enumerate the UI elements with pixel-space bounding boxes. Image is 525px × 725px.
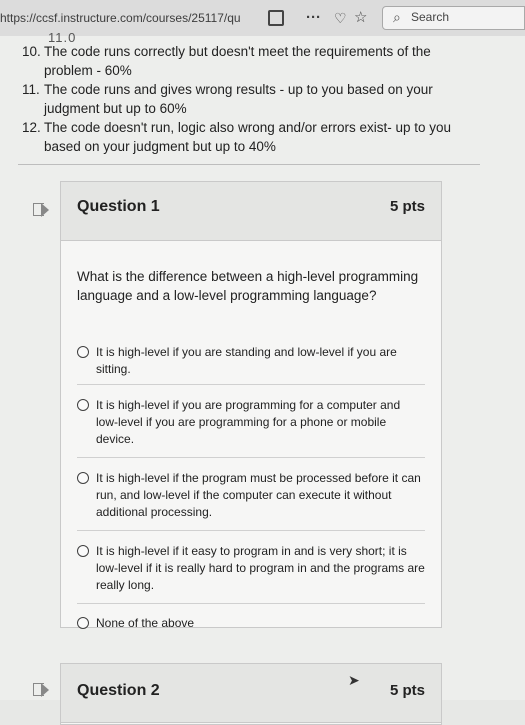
radio-button[interactable]	[77, 617, 89, 629]
answer-label: It is high-level if it easy to program i…	[96, 544, 425, 592]
rubric-number: 10.	[22, 44, 41, 59]
grading-rubric-list: 10. The code runs correctly but doesn't …	[22, 42, 477, 156]
question-header: Question 1 5 pts	[61, 182, 441, 241]
rubric-text: The code runs correctly but doesn't meet…	[44, 44, 431, 78]
browser-toolbar: https://ccsf.instructure.com/courses/251…	[0, 0, 525, 37]
answer-divider	[77, 530, 425, 531]
rubric-number: 11.	[22, 82, 40, 97]
radio-button[interactable]	[77, 346, 89, 358]
rubric-item: 10. The code runs correctly but doesn't …	[22, 42, 477, 80]
reader-view-icon[interactable]	[268, 10, 284, 26]
browser-search-input[interactable]: ⌕ Search	[382, 6, 525, 30]
rubric-number: 12.	[22, 120, 41, 135]
rubric-item: 11. The code runs and gives wrong result…	[22, 80, 477, 118]
pocket-icon[interactable]: ♡	[334, 7, 347, 29]
question-points: 5 pts	[389, 198, 425, 215]
bookmark-star-icon[interactable]: ☆	[354, 7, 367, 29]
answer-option[interactable]: None of the above	[77, 615, 425, 632]
answer-option[interactable]: It is high-level if the program must be …	[77, 470, 425, 521]
question-card: Question 1 5 pts What is the difference …	[60, 181, 442, 630]
question-points: 5 pts	[389, 682, 425, 699]
address-bar[interactable]: https://ccsf.instructure.com/courses/251…	[0, 7, 248, 29]
answer-option[interactable]: It is high-level if you are programming …	[77, 397, 425, 448]
answer-option[interactable]: It is high-level if it easy to program i…	[77, 543, 425, 594]
radio-button[interactable]	[77, 399, 89, 411]
radio-button[interactable]	[77, 545, 89, 557]
flag-question-icon[interactable]	[33, 683, 49, 697]
question-title: Question 1	[77, 198, 160, 215]
radio-button[interactable]	[77, 472, 89, 484]
quiz-page: 11.0 10. The code runs correctly but doe…	[0, 30, 525, 725]
question-header: Question 2 5 pts	[61, 664, 441, 723]
answer-label: It is high-level if you are standing and…	[96, 345, 397, 376]
answer-label: It is high-level if the program must be …	[96, 471, 421, 519]
search-placeholder: Search	[411, 10, 450, 24]
question-text: What is the difference between a high-le…	[77, 269, 419, 303]
search-icon: ⌕	[393, 9, 401, 25]
answer-divider	[77, 603, 425, 604]
question-title: Question 2	[77, 682, 160, 699]
answer-option[interactable]: It is high-level if you are standing and…	[77, 344, 425, 378]
question-card: Question 2 5 pts	[60, 663, 442, 725]
rubric-text: The code runs and gives wrong results - …	[44, 82, 433, 116]
answer-label: It is high-level if you are programming …	[96, 398, 401, 446]
flag-question-icon[interactable]	[33, 203, 49, 217]
answer-label: None of the above	[96, 616, 195, 630]
rubric-item: 12. The code doesn't run, logic also wro…	[22, 118, 477, 156]
answer-divider	[77, 384, 425, 385]
mouse-cursor-icon: ➤	[348, 672, 360, 688]
answer-divider	[77, 457, 425, 458]
rubric-text: The code doesn't run, logic also wrong a…	[44, 120, 452, 154]
section-divider	[18, 164, 480, 165]
more-actions-icon[interactable]: ···	[306, 7, 321, 29]
